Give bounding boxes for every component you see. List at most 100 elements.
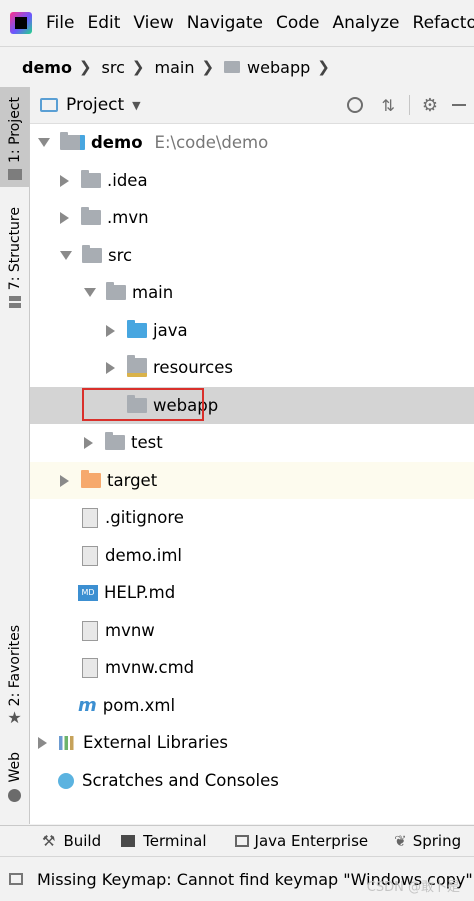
tree-item-mvnw-cmd[interactable]: mvnw.cmd [30,649,474,686]
tree-item-test[interactable]: test [30,424,474,461]
highlight-box [82,388,204,421]
breadcrumb: demo ❯ src ❯ main ❯ webapp ❯ [0,46,474,88]
tree-label: mvnw [105,621,155,640]
module-folder-icon [60,132,85,150]
tree-item-gitignore[interactable]: .gitignore [30,499,474,536]
terminal-button[interactable]: Terminal [121,832,207,850]
tree-item-help-md[interactable]: MD HELP.md [30,574,474,611]
tool-window-bar: ⚒ Build Terminal Java Enterprise ❦ Sprin… [0,825,474,856]
tree-label: target [107,471,158,490]
tree-item-mvn[interactable]: .mvn [30,199,474,236]
tab-structure[interactable]: 7: Structure [0,207,29,309]
hide-icon[interactable] [452,104,466,106]
hammer-icon: ⚒ [42,832,56,850]
breadcrumb-main[interactable]: main [154,58,194,77]
tree-item-demo-iml[interactable]: demo.iml [30,537,474,574]
collapse-arrow-icon[interactable] [60,474,69,487]
folder-icon [81,170,101,188]
gear-icon[interactable]: ⚙ [422,95,438,116]
folder-icon [224,61,241,73]
tree-label: test [131,433,163,452]
menu-bar: File Edit View Navigate Code Analyze Ref… [0,0,474,46]
tree-item-external-libraries[interactable]: External Libraries [30,724,474,761]
collapse-arrow-icon[interactable] [38,736,47,749]
locate-icon[interactable] [347,97,364,113]
build-label: Build [63,832,102,850]
java-enterprise-icon [234,835,249,847]
folder-icon [7,168,22,180]
shell-file-icon [82,620,98,641]
maven-file-icon: m [78,695,97,716]
menu-analyze[interactable]: Analyze [333,13,400,33]
tree-label: demo [91,133,143,152]
breadcrumb-src[interactable]: src [102,58,125,77]
collapse-arrow-icon[interactable] [106,324,115,337]
iml-file-icon [82,545,98,566]
spring-leaf-icon: ❦ [394,832,407,850]
tree-item-target[interactable]: target [30,462,474,499]
intellij-logo-icon [10,12,32,34]
spring-button[interactable]: ❦ Spring [394,832,461,850]
tab-favorites[interactable]: 2: Favorites ★ [0,625,29,727]
menu-file[interactable]: File [46,13,74,33]
tree-item-resources[interactable]: resources [30,349,474,386]
tree-item-idea[interactable]: .idea [30,162,474,199]
collapse-arrow-icon[interactable] [106,361,115,374]
project-window-icon [40,98,58,112]
project-tree: demo E:\code\demo .idea .mvn src main ja… [30,124,474,824]
folder-icon [105,432,125,450]
expand-arrow-icon[interactable] [60,251,72,260]
menu-code[interactable]: Code [276,13,320,33]
tab-project-label: 1: Project [6,97,23,163]
dropdown-arrow-icon[interactable]: ▼ [132,99,140,112]
collapse-arrow-icon[interactable] [60,174,69,187]
excluded-folder-icon [81,470,101,488]
left-tool-strip: 1: Project 7: Structure 2: Favorites ★ W… [0,87,30,824]
breadcrumb-demo[interactable]: demo [22,58,72,77]
source-folder-icon [127,320,147,338]
tree-path: E:\code\demo [154,133,269,152]
expand-arrow-icon[interactable] [84,288,96,297]
tree-item-java[interactable]: java [30,312,474,349]
collapse-arrow-icon[interactable] [60,211,69,224]
build-button[interactable]: ⚒ Build [42,832,101,850]
star-icon: ★ [7,708,22,728]
tree-label: pom.xml [102,696,176,715]
menu-navigate[interactable]: Navigate [187,13,263,33]
breadcrumb-webapp[interactable]: webapp [247,58,310,77]
watermark: CSDN @敢卜是 [366,880,460,895]
project-panel-header: Project ▼ ⇅ ⚙ [30,87,474,124]
spring-label: Spring [412,832,462,850]
tree-item-src[interactable]: src [30,237,474,274]
tree-item-mvnw[interactable]: mvnw [30,612,474,649]
collapse-all-icon[interactable]: ⇅ [381,96,394,115]
tree-label: .gitignore [105,508,184,527]
terminal-label: Terminal [143,832,207,850]
tab-project[interactable]: 1: Project [0,87,29,187]
globe-icon [8,788,21,802]
tab-web[interactable]: Web [0,752,29,802]
chevron-right-icon: ❯ [201,58,215,76]
tree-item-scratches[interactable]: Scratches and Consoles [30,762,474,799]
java-enterprise-button[interactable]: Java Enterprise [234,832,368,850]
menu-view[interactable]: View [133,13,173,33]
cmd-file-icon [82,657,98,678]
markdown-file-icon: MD [78,584,98,601]
tree-label: .idea [107,171,148,190]
menu-refactor[interactable]: Refactor [413,13,474,33]
tab-web-label: Web [6,752,23,783]
scratches-icon [58,772,74,789]
collapse-arrow-icon[interactable] [84,436,93,449]
tree-label: Scratches and Consoles [82,771,279,790]
expand-arrow-icon[interactable] [38,138,50,147]
menu-edit[interactable]: Edit [87,13,120,33]
tree-item-main[interactable]: main [30,274,474,311]
panel-title[interactable]: Project [66,95,124,115]
tree-label: mvnw.cmd [105,658,195,677]
tree-item-demo[interactable]: demo E:\code\demo [30,124,474,161]
tree-item-pom-xml[interactable]: m pom.xml [30,687,474,724]
tree-label: External Libraries [83,733,228,752]
layout-icon[interactable] [9,873,23,885]
chevron-right-icon: ❯ [131,58,145,76]
tree-label: java [153,321,188,340]
